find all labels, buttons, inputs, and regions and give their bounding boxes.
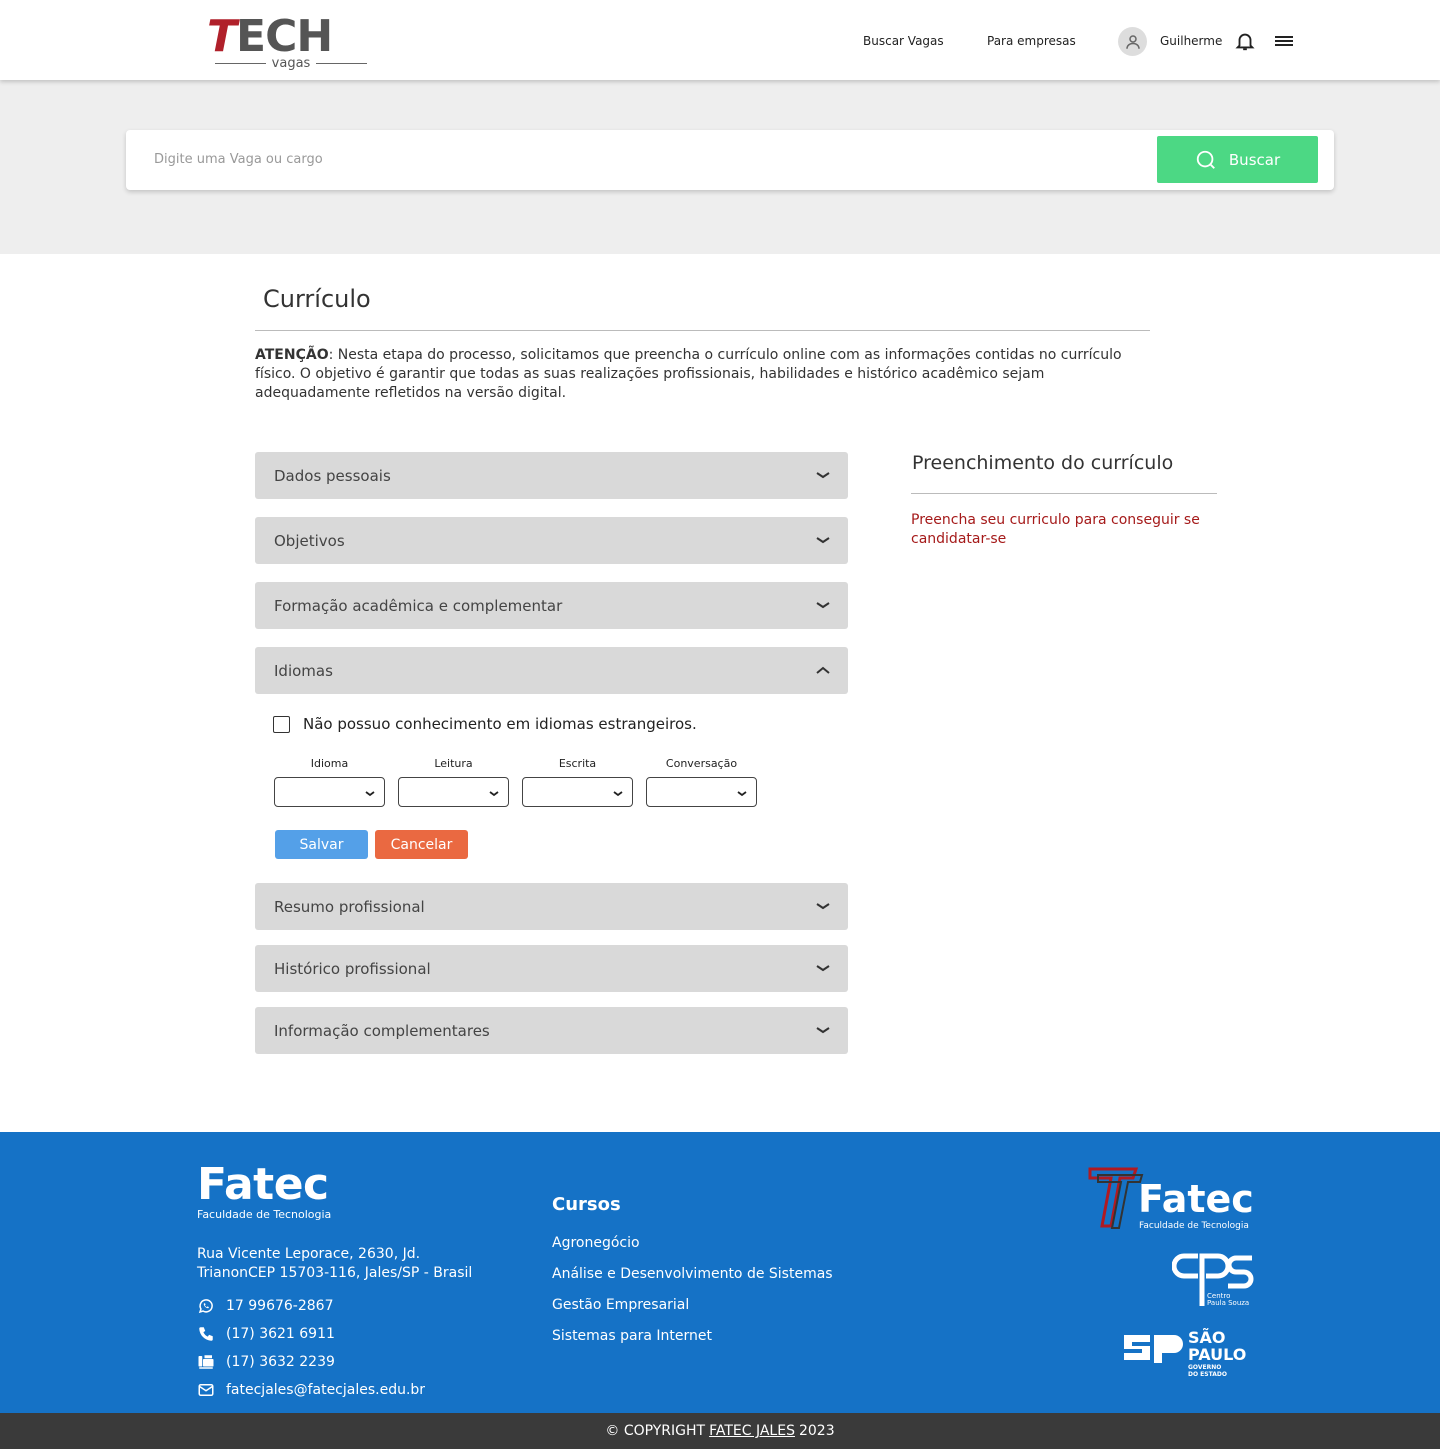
top-header: TECH vagas Buscar Vagas Para empresas Gu…	[0, 0, 1440, 80]
tech-vagas-logo[interactable]: TECH vagas	[207, 14, 369, 72]
chevron-down-icon	[816, 1027, 830, 1034]
logo-main-text: ECH	[236, 11, 333, 62]
chevron-up-icon	[816, 666, 830, 674]
conversacao-label: Conversação	[665, 757, 738, 770]
fatec-partner-logo[interactable]: Fatec Faculdade de Tecnologia	[1088, 1167, 1258, 1232]
search-box: Buscar	[126, 130, 1334, 190]
fatec-jales-link[interactable]: FATEC JALES	[709, 1423, 795, 1439]
chevron-down-icon	[816, 965, 830, 972]
nav-buscar-vagas[interactable]: Buscar Vagas	[863, 26, 944, 56]
phone-icon	[199, 1327, 213, 1341]
section-label: Dados pessoais	[274, 466, 391, 485]
logo-subtitle: vagas	[215, 56, 367, 71]
no-language-checkbox-row[interactable]: Não possuo conhecimento em idiomas estra…	[273, 715, 697, 733]
section-label: Informação complementares	[274, 1021, 490, 1040]
search-icon	[1196, 150, 1215, 169]
fatec-partner-name: Fatec	[1138, 1177, 1254, 1221]
attention-notice: ATENÇÃO: Nesta etapa do processo, solici…	[255, 346, 1150, 403]
whatsapp-icon	[198, 1299, 213, 1314]
fatec-logo-tagline: Faculdade de Tecnologia	[197, 1208, 332, 1221]
footer: Fatec Faculdade de Tecnologia Rua Vicent…	[0, 1132, 1440, 1413]
footer-address: Rua Vicente Leporace, 2630, Jd. TrianonC…	[197, 1246, 473, 1281]
fatec-partner-tagline: Faculdade de Tecnologia	[1139, 1221, 1249, 1231]
svg-text:DO ESTADO: DO ESTADO	[1188, 1371, 1227, 1378]
section-informacao-complementares[interactable]: Informação complementares	[255, 1007, 848, 1054]
escrita-label: Escrita	[558, 757, 597, 770]
email-address: fatecjales@fatecjales.edu.br	[226, 1382, 426, 1398]
sidebar-divider	[911, 493, 1217, 494]
conversacao-select[interactable]	[646, 777, 757, 807]
phone-contact[interactable]: (17) 3621 6911	[197, 1324, 335, 1344]
page-title: Currículo	[263, 285, 371, 313]
user-avatar-icon[interactable]	[1118, 27, 1147, 56]
leitura-label: Leitura	[434, 757, 473, 770]
courses-title: Cursos	[552, 1194, 621, 1215]
escrita-select[interactable]	[522, 777, 633, 807]
whatsapp-contact[interactable]: 17 99676-2867	[197, 1296, 333, 1316]
fax-icon	[198, 1355, 214, 1369]
section-label: Resumo profissional	[274, 897, 425, 916]
search-input[interactable]	[142, 136, 1152, 183]
chevron-down-icon	[816, 602, 830, 609]
section-resumo-profissional[interactable]: Resumo profissional	[255, 883, 848, 930]
fax-number: (17) 3632 2239	[226, 1354, 335, 1370]
whatsapp-number: 17 99676-2867	[226, 1298, 334, 1314]
section-formacao[interactable]: Formação acadêmica e complementar	[255, 582, 848, 629]
cancel-button[interactable]: Cancelar	[375, 830, 468, 859]
course-link[interactable]: Sistemas para Internet	[552, 1328, 712, 1344]
svg-text:Paula Souza: Paula Souza	[1207, 1299, 1249, 1307]
search-button[interactable]: Buscar	[1157, 136, 1318, 183]
idioma-select[interactable]	[274, 777, 385, 807]
chevron-down-icon	[816, 537, 830, 544]
idioma-label: Idioma	[310, 757, 349, 770]
email-contact[interactable]: fatecjales@fatecjales.edu.br	[197, 1380, 425, 1400]
notification-bell-icon[interactable]	[1234, 30, 1256, 52]
title-divider	[255, 330, 1150, 331]
chevron-down-icon	[613, 791, 623, 797]
svg-text:GOVERNO: GOVERNO	[1188, 1364, 1221, 1371]
sao-paulo-partner-logo[interactable]: SÃO PAULO GOVERNO DO ESTADO	[1120, 1327, 1250, 1379]
fatec-footer-logo: Fatec Faculdade de Tecnologia	[197, 1159, 332, 1222]
section-label: Idiomas	[274, 661, 333, 680]
hamburger-menu-icon[interactable]	[1274, 33, 1294, 49]
svg-text:PAULO: PAULO	[1188, 1345, 1246, 1364]
course-link[interactable]: Agronegócio	[552, 1235, 640, 1251]
copyright-bar: © COPYRIGHT FATEC JALES 2023	[0, 1413, 1440, 1449]
sidebar-message: Preencha seu curriculo para conseguir se…	[911, 512, 1200, 547]
cps-partner-logo[interactable]: Centro Paula Souza	[1172, 1250, 1256, 1308]
no-language-label: Não possuo conhecimento em idiomas estra…	[303, 715, 697, 733]
sidebar-title: Preenchimento do currículo	[912, 452, 1174, 474]
section-objetivos[interactable]: Objetivos	[255, 517, 848, 564]
nav-para-empresas[interactable]: Para empresas	[987, 26, 1076, 56]
phone-number: (17) 3621 6911	[226, 1326, 335, 1342]
attention-label: ATENÇÃO	[255, 347, 329, 363]
leitura-select[interactable]	[398, 777, 509, 807]
fax-contact[interactable]: (17) 3632 2239	[197, 1352, 335, 1372]
copyright-prefix: © COPYRIGHT	[605, 1423, 706, 1439]
chevron-down-icon	[489, 791, 499, 797]
copyright-year: 2023	[798, 1423, 835, 1439]
chevron-down-icon	[365, 791, 375, 797]
section-label: Objetivos	[274, 531, 345, 550]
search-band: Buscar	[0, 80, 1440, 254]
fatec-logo-name: Fatec	[197, 1159, 329, 1210]
section-dados-pessoais[interactable]: Dados pessoais	[255, 452, 848, 499]
search-button-label: Buscar	[1228, 150, 1281, 169]
chevron-down-icon	[737, 791, 747, 797]
section-label: Histórico profissional	[274, 959, 431, 978]
section-label: Formação acadêmica e complementar	[274, 596, 563, 615]
attention-text: : Nesta etapa do processo, solicitamos q…	[255, 347, 1122, 401]
mail-icon	[198, 1384, 214, 1396]
user-name[interactable]: Guilherme	[1160, 26, 1222, 56]
logo-wordmark: TECH	[207, 11, 333, 62]
chevron-down-icon	[816, 903, 830, 910]
save-button[interactable]: Salvar	[275, 830, 368, 859]
no-language-checkbox[interactable]	[273, 715, 290, 733]
section-idiomas[interactable]: Idiomas	[255, 647, 848, 694]
chevron-down-icon	[816, 472, 830, 479]
course-link[interactable]: Gestão Empresarial	[552, 1297, 689, 1313]
section-historico-profissional[interactable]: Histórico profissional	[255, 945, 848, 992]
course-link[interactable]: Análise e Desenvolvimento de Sistemas	[552, 1266, 833, 1282]
